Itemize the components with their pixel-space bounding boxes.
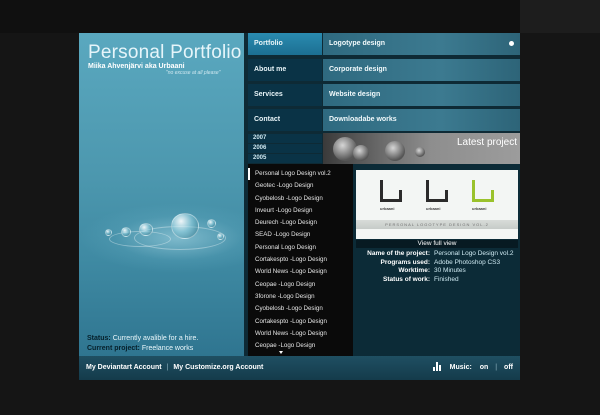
header-panel <box>79 33 244 356</box>
logo-stroke <box>399 190 402 202</box>
nav-services[interactable]: Services <box>248 84 322 106</box>
project-preview-image[interactable]: urbaani urbaani urbaani PERSONAL LOGOTYP… <box>356 170 518 239</box>
logo-mark-1 <box>380 180 402 202</box>
site-author: Miika Ahvenjärvi aka Urbaani <box>88 63 185 70</box>
work-list-item[interactable]: Ceopae -Logo Design <box>248 279 353 291</box>
logo-stroke <box>491 190 494 202</box>
music-label: Music: <box>449 364 472 371</box>
logo-mark-3 <box>472 180 494 202</box>
work-list-item[interactable]: 3forone -Logo Design <box>248 291 353 303</box>
water-drop-decoration <box>207 219 216 228</box>
info-key: Name of the project: <box>367 250 430 257</box>
footer-separator: | <box>166 364 169 371</box>
status-line: Status: Currently avalible for a hire. <box>87 334 198 344</box>
sphere-decoration <box>415 147 425 157</box>
music-on-button[interactable]: on <box>480 364 489 371</box>
sphere-decoration <box>385 141 405 161</box>
view-full-link[interactable]: View full view <box>356 240 518 248</box>
category-downloadable-works[interactable]: Downloadabe works <box>323 109 520 131</box>
info-key: Programs used: <box>380 258 431 266</box>
latest-project-label: Latest project <box>456 137 517 148</box>
current-project-label: Current project: <box>87 345 140 352</box>
latest-project-banner[interactable]: Latest project <box>323 133 520 164</box>
category-logotype-design[interactable]: Logotype design <box>323 33 520 55</box>
logo-caption: urbaani <box>380 206 395 211</box>
footer-bar: My Deviantart Account | My Customize.org A… <box>79 356 520 380</box>
music-controls: Music: on | off <box>432 356 513 380</box>
work-list-item[interactable]: Inveurt -Logo Design <box>248 205 353 217</box>
work-list-item[interactable]: World News -Logo Design <box>248 266 353 278</box>
top-right-background <box>520 0 600 33</box>
logo-caption: urbaani <box>472 206 487 211</box>
category-website-design[interactable]: Website design <box>323 84 520 106</box>
customize-link[interactable]: My Customize.org Account <box>173 364 263 371</box>
water-drop-decoration <box>121 227 131 237</box>
work-list-item[interactable]: SEAD -Logo Design <box>248 229 353 241</box>
work-list-item[interactable]: Deurech -Logo Design <box>248 217 353 229</box>
footer-links: My Deviantart Account | My Customize.org A… <box>86 356 263 380</box>
sphere-decoration <box>353 145 369 161</box>
work-list-item[interactable]: Personal Logo Design vol.2 <box>248 168 353 181</box>
project-info-row: Programs used: Adobe Photoshop CS3 <box>356 259 518 268</box>
site-title: Personal Portfolio <box>88 42 242 63</box>
water-drop-decoration <box>217 233 224 240</box>
equalizer-bar <box>432 366 435 371</box>
logo-mark-2 <box>426 180 448 202</box>
equalizer-bar <box>435 361 438 371</box>
water-drop-decoration <box>105 229 112 236</box>
project-info: Name of the project: Personal Logo Design… <box>356 250 518 285</box>
current-project-line: Current project: Freelance works <box>87 344 198 354</box>
work-list-item[interactable]: World News -Logo Design <box>248 328 353 340</box>
nav-about-me[interactable]: About me <box>248 59 322 81</box>
work-list-item[interactable]: Cortakespto -Logo Design <box>248 316 353 328</box>
status-block: Status: Currently avalible for a hire. C… <box>87 334 198 354</box>
music-off-button[interactable]: off <box>504 364 513 371</box>
music-separator: | <box>495 364 498 371</box>
info-value: Personal Logo Design vol.2 <box>434 250 514 257</box>
water-drop-decoration <box>139 223 153 236</box>
water-drop-decoration <box>171 213 199 239</box>
equalizer-icon <box>432 361 442 371</box>
project-info-row: Name of the project: Personal Logo Design… <box>356 250 518 259</box>
logo-caption: urbaani <box>426 206 441 211</box>
category-label: Logotype design <box>329 40 385 47</box>
work-list-item[interactable]: Cyobelosb -Logo Design <box>248 193 353 205</box>
work-list-item[interactable]: Cyobelosb -Logo Design <box>248 303 353 315</box>
logo-band-text: PERSONAL LOGOTYPE DESIGN VOL.2 <box>356 220 518 229</box>
work-list-item[interactable]: Personal Logo Design <box>248 242 353 254</box>
info-key: Status of work: <box>383 276 430 284</box>
nav-portfolio[interactable]: Portfolio <box>248 33 322 55</box>
info-value: Finished <box>434 276 459 284</box>
equalizer-bar <box>438 364 441 371</box>
project-info-row: Worktime: 30 Minutes <box>356 267 518 276</box>
status-value: Currently avalible for a hire. <box>112 335 199 342</box>
top-background <box>0 0 600 33</box>
work-list-item[interactable]: Geotec -Logo Design <box>248 180 353 192</box>
year-2006[interactable]: 2006 <box>248 144 322 153</box>
info-key: Worktime: <box>398 267 430 275</box>
works-list: Personal Logo Design vol.2 Geotec -Logo D… <box>248 168 353 352</box>
logo-stroke <box>445 190 448 202</box>
year-2005[interactable]: 2005 <box>248 154 322 163</box>
info-value: 30 Minutes <box>434 267 466 275</box>
category-corporate-design[interactable]: Corporate design <box>323 59 520 81</box>
work-list-item[interactable]: Cortakespto -Logo Design <box>248 254 353 266</box>
deviantart-link[interactable]: My Deviantart Account <box>86 364 162 371</box>
year-2007[interactable]: 2007 <box>248 134 322 143</box>
scroll-down-arrow-icon[interactable] <box>279 351 283 354</box>
status-label: Status: <box>87 335 111 342</box>
nav-contact[interactable]: Contact <box>248 109 322 131</box>
info-value: Adobe Photoshop CS3 <box>434 258 501 266</box>
work-list-item[interactable]: Ceopae -Logo Design <box>248 340 353 352</box>
active-dot-icon <box>509 41 514 46</box>
project-info-row: Status of work: Finished <box>356 276 518 285</box>
site-tagline: "no excuse at all please" <box>166 70 221 76</box>
current-project-value: Freelance works <box>141 345 194 352</box>
